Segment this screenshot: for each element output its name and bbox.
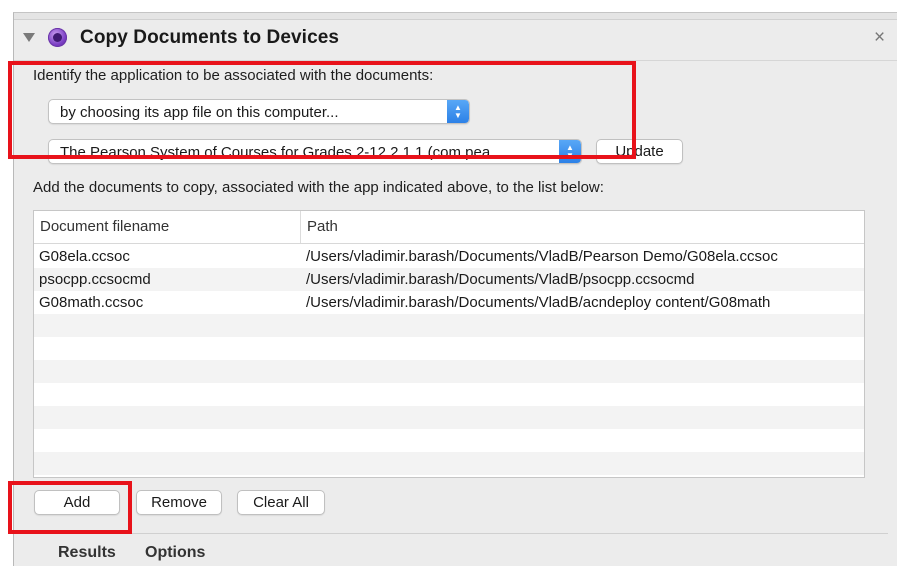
top-strip: [14, 13, 897, 20]
highlight-box-add-button: [8, 481, 132, 534]
empty-row: [34, 337, 864, 360]
row-path: /Users/vladimir.barash/Documents/VladB/p…: [306, 271, 695, 288]
documents-section-label: Add the documents to copy, associated wi…: [33, 179, 604, 196]
footer-divider: [28, 533, 888, 534]
row-path: /Users/vladimir.barash/Documents/VladB/a…: [306, 294, 771, 311]
action-header: Copy Documents to Devices ×: [14, 21, 897, 57]
row-filename: G08ela.ccsoc: [39, 248, 130, 265]
table-row[interactable]: G08math.ccsoc /Users/vladimir.barash/Doc…: [34, 291, 864, 314]
empty-row: [34, 383, 864, 406]
table-row[interactable]: G08ela.ccsoc /Users/vladimir.barash/Docu…: [34, 245, 864, 268]
row-path: /Users/vladimir.barash/Documents/VladB/P…: [306, 248, 778, 265]
empty-row: [34, 406, 864, 429]
empty-row: [34, 360, 864, 383]
column-header-filename[interactable]: Document filename: [40, 218, 169, 235]
remove-button[interactable]: Remove: [136, 490, 222, 515]
empty-row: [34, 429, 864, 452]
row-filename: psocpp.ccsocmd: [39, 271, 151, 288]
row-filename: G08math.ccsoc: [39, 294, 144, 311]
empty-row: [34, 314, 864, 337]
documents-table[interactable]: Document filename Path G08ela.ccsoc /Use…: [33, 210, 865, 478]
clear-all-button[interactable]: Clear All: [237, 490, 325, 515]
close-icon[interactable]: ×: [874, 27, 885, 49]
column-separator[interactable]: [300, 211, 301, 243]
column-header-path[interactable]: Path: [307, 218, 338, 235]
highlight-box-app-selection: [8, 61, 636, 159]
table-row[interactable]: psocpp.ccsocmd /Users/vladimir.barash/Do…: [34, 268, 864, 291]
action-title: Copy Documents to Devices: [80, 27, 340, 48]
tab-options[interactable]: Options: [145, 544, 205, 562]
app-icon: [48, 28, 67, 47]
empty-row: [34, 452, 864, 475]
table-header: Document filename Path: [34, 211, 864, 244]
disclosure-triangle-icon[interactable]: [23, 33, 35, 42]
tab-results[interactable]: Results: [58, 544, 116, 562]
